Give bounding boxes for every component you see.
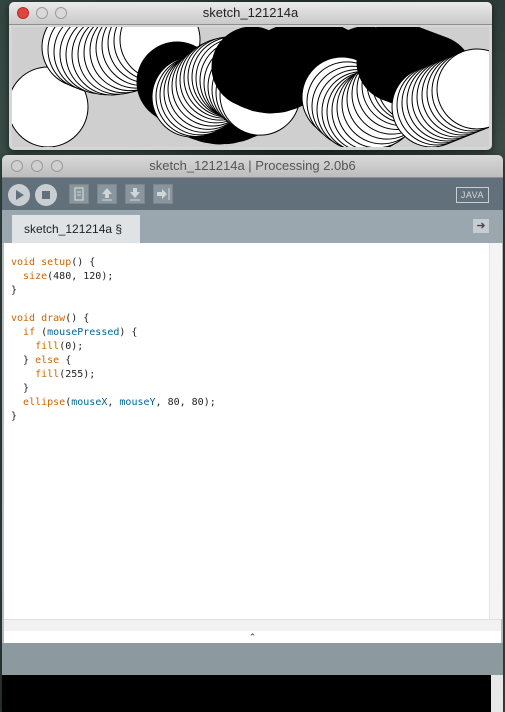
code-token: (480, 120); [47,271,114,282]
code-token: (255); [59,369,96,380]
run-icon[interactable] [8,184,30,206]
code-token: size [23,271,48,282]
code-line[interactable]: if (mousePressed) { [11,326,216,340]
new-icon[interactable] [69,184,89,204]
processing-ide-window: sketch_121214a | Processing 2.0b6 JAVA s… [2,155,503,712]
editor-vertical-scrollbar[interactable] [489,243,502,619]
code-token: (0); [59,341,84,352]
stop-icon[interactable] [35,184,57,206]
code-token: if [23,327,36,338]
code-token: , 80, 80); [155,397,216,408]
code-token: void [11,257,42,268]
code-line[interactable]: } [11,410,216,424]
mode-selector-button[interactable]: JAVA [455,187,489,203]
code-token: fill [35,341,60,352]
console-area[interactable] [2,675,491,712]
sketch-titlebar: sketch_121214a [9,2,492,25]
code-token: setup [41,257,72,268]
code-token: draw [41,313,66,324]
code-line[interactable] [11,298,216,312]
code-token: } [11,355,36,366]
code-token: void [11,313,42,324]
save-icon[interactable] [125,184,145,204]
code-token: } [11,383,30,394]
code-token: else [35,355,60,366]
toolbar: JAVA [2,178,503,210]
source-code[interactable]: void setup() { size(480, 120);} void dra… [11,256,216,424]
open-icon[interactable] [97,184,117,204]
code-token: { [59,355,72,366]
sketch-window: sketch_121214a [9,2,492,150]
code-token: () { [65,313,90,324]
code-token: ( [35,327,48,338]
code-line[interactable]: ellipse(mouseX, mouseY, 80, 80); [11,396,216,410]
sketch-window-title: sketch_121214a [202,5,299,20]
console-scrollbar[interactable] [491,675,503,712]
console-divider-handle[interactable]: ⌃ [4,631,501,643]
message-area [2,643,503,675]
code-editor[interactable]: void setup() { size(480, 120);} void dra… [4,243,489,619]
code-token: ellipse [23,397,66,408]
code-line[interactable]: void setup() { [11,256,216,270]
tab-bar: sketch_121214a § ➜ [2,210,503,243]
code-line[interactable]: size(480, 120); [11,270,216,284]
code-line[interactable]: fill(255); [11,368,216,382]
code-line[interactable]: } [11,382,216,396]
code-line[interactable]: } else { [11,354,216,368]
tab-sketch[interactable]: sketch_121214a § [12,215,140,243]
tab-menu-arrow-icon[interactable]: ➜ [473,219,489,233]
code-line[interactable]: } [11,284,216,298]
code-line[interactable]: fill(0); [11,340,216,354]
export-icon[interactable] [153,184,173,204]
code-token: mouseY [119,397,156,408]
sketch-canvas[interactable] [12,27,489,147]
code-token: mouseX [71,397,108,408]
code-token: ) { [119,327,138,338]
code-token: , [107,397,120,408]
code-token: mousePressed [47,327,120,338]
ide-window-title: sketch_121214a | Processing 2.0b6 [149,158,356,173]
code-token: () { [71,257,96,268]
code-token: } [11,285,18,296]
ide-titlebar: sketch_121214a | Processing 2.0b6 [2,155,503,178]
code-line[interactable]: void draw() { [11,312,216,326]
code-token: fill [35,369,60,380]
code-token: } [11,411,18,422]
